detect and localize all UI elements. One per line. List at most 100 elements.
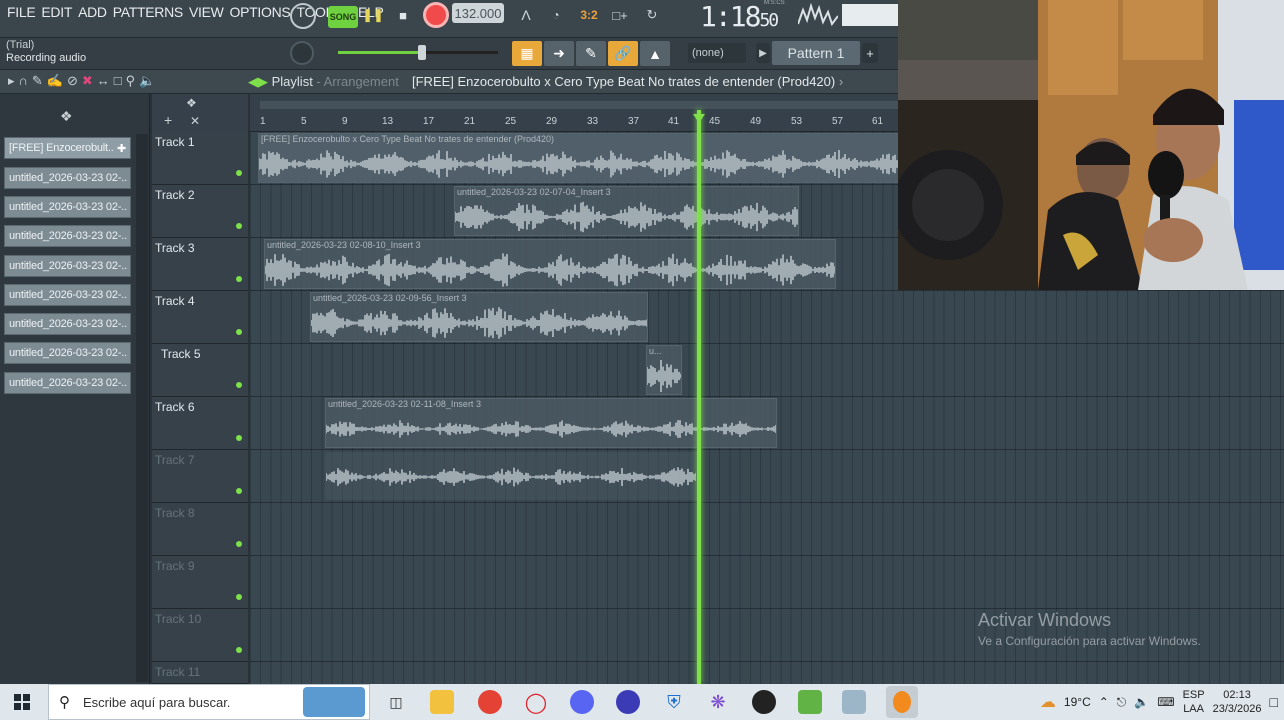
track-header[interactable]: Track 10: [152, 609, 248, 662]
delete-icon[interactable]: ⊘: [67, 73, 78, 89]
temperature-label[interactable]: 19°C: [1064, 695, 1091, 709]
draw-icon[interactable]: ✎: [32, 73, 43, 89]
horizontal-scrollbar[interactable]: [260, 101, 900, 109]
track-active-led[interactable]: [236, 435, 242, 441]
options-arrow-icon[interactable]: ▸: [8, 73, 15, 89]
channel-item[interactable]: untitled_2026-03-23 02-..: [4, 167, 131, 189]
volume-icon[interactable]: 🔈: [1134, 695, 1149, 709]
song-mode-toggle[interactable]: SONG: [328, 6, 358, 28]
opera-icon[interactable]: ◯: [524, 690, 548, 714]
link-icon[interactable]: 🔗: [608, 41, 638, 66]
pattern-selector[interactable]: Pattern 1: [772, 41, 860, 65]
channel-item[interactable]: untitled_2026-03-23 02-..: [4, 225, 131, 247]
channel-item[interactable]: untitled_2026-03-23 02-..: [4, 284, 131, 306]
menu-file[interactable]: FILE: [6, 4, 36, 20]
track-active-led[interactable]: [236, 541, 242, 547]
track-tools-icon[interactable]: ❖: [186, 96, 197, 110]
tray-chevron-icon[interactable]: ⌃: [1099, 695, 1109, 709]
track-header[interactable]: Track 11: [152, 662, 248, 684]
piano-roll-icon[interactable]: ▦: [512, 41, 542, 66]
task-view-icon[interactable]: ◫: [384, 690, 408, 714]
snap-selector[interactable]: (none): [688, 43, 746, 63]
channel-item[interactable]: untitled_2026-03-23 02-..: [4, 342, 131, 364]
countdown-icon[interactable]: 3:2: [576, 3, 602, 27]
media-icon[interactable]: [752, 690, 776, 714]
stamp-icon[interactable]: ▲: [640, 41, 670, 66]
pattern-prev-icon[interactable]: ▶: [756, 43, 770, 63]
android-icon[interactable]: [798, 690, 822, 714]
file-explorer-icon[interactable]: [430, 690, 454, 714]
channel-add-icon[interactable]: ✚: [117, 142, 126, 155]
track-header[interactable]: Track 2: [152, 185, 248, 238]
audio-clip[interactable]: u...: [646, 345, 682, 395]
playback-icon[interactable]: 🔈: [139, 73, 155, 89]
audio-clip[interactable]: untitled_2026-03-23 02-08-10_Insert 3: [264, 239, 836, 289]
track-header[interactable]: Track 5: [152, 344, 248, 397]
tempo-display[interactable]: 132.000: [452, 3, 504, 23]
close-icon[interactable]: ✕: [190, 114, 200, 128]
master-knob-icon[interactable]: [290, 3, 316, 29]
record-button[interactable]: [423, 2, 449, 28]
zoom-icon[interactable]: ⚲: [126, 73, 136, 89]
pause-button[interactable]: ❚❚: [362, 4, 384, 26]
track-active-led[interactable]: [236, 382, 242, 388]
project-name-arrow-icon[interactable]: ›: [839, 74, 843, 89]
track-active-led[interactable]: [236, 647, 242, 653]
timeline-ruler[interactable]: 1 5 9 13 17 21 25 29 33 37 41 45 49 53 5…: [250, 94, 900, 132]
audio-clip-recording[interactable]: [325, 452, 697, 500]
discord-icon[interactable]: [570, 690, 594, 714]
obs-icon[interactable]: [616, 690, 640, 714]
track-active-led[interactable]: [236, 329, 242, 335]
audio-clip[interactable]: untitled_2026-03-23 02-09-56_Insert 3: [310, 292, 648, 342]
chrome-icon[interactable]: [478, 690, 502, 714]
slip-icon[interactable]: ↔: [97, 73, 110, 89]
channel-item[interactable]: untitled_2026-03-23 02-..: [4, 196, 131, 218]
step-edit-icon[interactable]: □+: [608, 4, 632, 26]
shield-icon[interactable]: ⛨: [662, 690, 686, 714]
tray-clock[interactable]: 02:13 23/3/2026: [1213, 688, 1262, 716]
add-pattern-button[interactable]: +: [862, 43, 878, 63]
start-button[interactable]: [0, 684, 44, 720]
audio-clip[interactable]: untitled_2026-03-23 02-07-04_Insert 3: [454, 186, 799, 236]
notifications-icon[interactable]: □: [1270, 694, 1278, 710]
channel-item[interactable]: untitled_2026-03-23 02-..: [4, 372, 131, 394]
menu-options[interactable]: OPTIONS: [229, 4, 292, 20]
arrow-right-icon[interactable]: ➜: [544, 41, 574, 66]
pencil-icon[interactable]: ✎: [576, 41, 606, 66]
taskbar-search-box[interactable]: ⚲ Escribe aquí para buscar.: [48, 684, 370, 720]
channel-item[interactable]: untitled_2026-03-23 02-..: [4, 255, 131, 277]
audio-clip[interactable]: [FREE] Enzocerobulto x Cero Type Beat No…: [258, 133, 918, 183]
weather-icon[interactable]: ☁: [1040, 692, 1056, 712]
menu-add[interactable]: ADD: [77, 4, 108, 20]
stop-button[interactable]: ■: [392, 4, 414, 26]
channel-item[interactable]: [FREE] Enzocerobult.. ✚: [4, 137, 131, 159]
loop-record-icon[interactable]: ↻: [640, 4, 664, 26]
playhead[interactable]: [697, 110, 701, 684]
add-track-icon[interactable]: +: [164, 112, 172, 128]
fl-studio-icon[interactable]: [886, 686, 918, 718]
network-icon[interactable]: ⎋: [1117, 695, 1127, 710]
track-header[interactable]: Track 7: [152, 450, 248, 503]
image-viewer-icon[interactable]: [842, 690, 866, 714]
track-header[interactable]: Track 9: [152, 556, 248, 609]
menu-patterns[interactable]: PATTERNS: [112, 4, 184, 20]
hub-icon[interactable]: ❋: [706, 690, 730, 714]
master-pitch-knob-icon[interactable]: [290, 41, 314, 65]
select-icon[interactable]: □: [114, 73, 122, 89]
track-active-led[interactable]: [236, 594, 242, 600]
track-active-led[interactable]: [236, 488, 242, 494]
track-active-led[interactable]: [236, 276, 242, 282]
paint-icon[interactable]: ✍: [47, 73, 63, 89]
language-indicator[interactable]: ESP LAA: [1183, 688, 1205, 716]
audio-clip[interactable]: untitled_2026-03-23 02-11-08_Insert 3: [325, 398, 777, 448]
playlist-play-icon[interactable]: ◀▶: [248, 74, 268, 89]
track-header[interactable]: Track 3: [152, 238, 248, 291]
track-header[interactable]: Track 1: [152, 132, 248, 185]
channel-scrollbar[interactable]: [136, 134, 148, 682]
magnet-icon[interactable]: ∩: [19, 73, 28, 89]
master-volume-handle[interactable]: [418, 45, 426, 60]
channel-item[interactable]: untitled_2026-03-23 02-..: [4, 313, 131, 335]
track-header[interactable]: Track 6: [152, 397, 248, 450]
track-header[interactable]: Track 8: [152, 503, 248, 556]
track-active-led[interactable]: [236, 170, 242, 176]
